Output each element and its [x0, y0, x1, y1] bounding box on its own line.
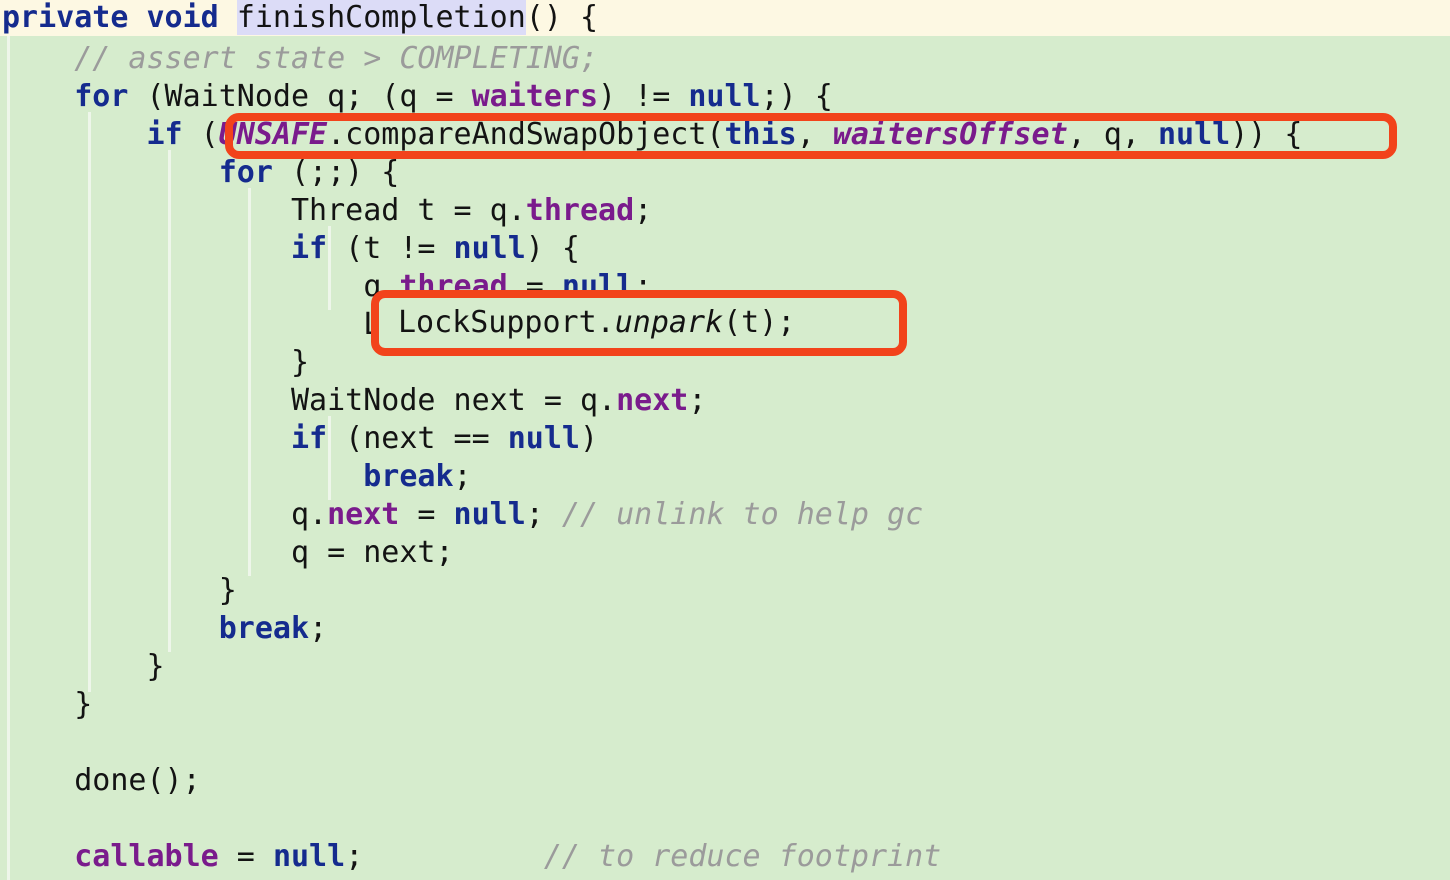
token-for-waitnode-1: (WaitNode q; (q =	[128, 79, 472, 114]
token-close-for-waitnode-0: }	[74, 687, 93, 722]
token-break-inner-0: break	[363, 459, 454, 494]
token-for-waitnode-5: ;) {	[760, 79, 833, 114]
token-q-next-null-2: =	[399, 497, 454, 532]
code-line-break-outer[interactable]: break;	[0, 610, 327, 648]
token-if-t-not-null-2: null	[453, 231, 526, 266]
token-waitnode-next-2: ;	[688, 383, 707, 418]
keyword-private: private	[2, 0, 129, 35]
token-thread-t-1: thread	[525, 193, 635, 228]
token-thread-t-0: Thread t = q.	[290, 193, 526, 228]
token-if-next-null-3: )	[579, 421, 599, 456]
signature-trailing: () {	[525, 0, 599, 35]
code-line-comment-assert[interactable]: // assert state > COMPLETING;	[0, 40, 598, 78]
unpark-args: (t);	[723, 305, 796, 340]
token-q-next-null-1: next	[327, 497, 400, 532]
token-q-next-null-4: ;	[525, 497, 562, 532]
annotation-cas-condition	[225, 113, 1397, 159]
token-callable-null-3: ;	[345, 839, 544, 874]
code-line-q-next-null[interactable]: q.next = null; // unlink to help gc	[0, 496, 923, 534]
annotation-unpark-call-text: LockSupport.unpark(t);	[398, 304, 795, 342]
signature-space-2	[219, 0, 237, 35]
token-done-call-0: done();	[74, 763, 201, 798]
method-name[interactable]: finishCompletion	[236, 0, 526, 35]
token-if-next-null-1: (next ==	[327, 421, 508, 456]
token-callable-null-2: null	[272, 839, 346, 874]
code-line-close-for-infinite[interactable]: }	[0, 572, 237, 610]
code-line-done-call[interactable]: done();	[0, 762, 201, 800]
keyword-void: void	[146, 0, 219, 35]
token-for-waitnode-4: null	[688, 79, 761, 114]
token-for-waitnode-0: for	[74, 79, 129, 114]
signature-space-1	[128, 0, 146, 35]
code-line-thread-t[interactable]: Thread t = q.thread;	[0, 192, 652, 230]
token-waitnode-next-1: next	[616, 383, 689, 418]
code-line-for-waitnode[interactable]: for (WaitNode q; (q = waiters) != null;)…	[0, 78, 833, 116]
token-break-outer-1: ;	[309, 611, 328, 646]
unpark-method-name: unpark	[614, 305, 724, 340]
token-if-next-null-0: if	[290, 421, 328, 456]
token-if-cas-1: (	[182, 117, 219, 152]
token-if-t-not-null-1: (t !=	[327, 231, 454, 266]
token-q-next-null-5: // unlink to help gc	[561, 497, 924, 532]
token-q-next-null-3: null	[453, 497, 526, 532]
token-waitnode-next-0: WaitNode next = q.	[290, 383, 617, 418]
code-line-close-if-cas[interactable]: }	[0, 648, 165, 686]
code-line-waitnode-next[interactable]: WaitNode next = q.next;	[0, 382, 706, 420]
token-for-waitnode-2: waiters	[471, 79, 599, 114]
code-line-q-assign-next[interactable]: q = next;	[0, 534, 454, 572]
token-close-if-t-0: }	[290, 345, 310, 380]
code-line-blank-1[interactable]	[0, 724, 20, 762]
token-comment-assert-0: // assert state > COMPLETING;	[74, 41, 599, 76]
code-line-close-if-t[interactable]: }	[0, 344, 309, 382]
token-callable-null-0: callable	[74, 839, 219, 874]
token-if-next-null-2: null	[507, 421, 580, 456]
token-if-t-not-null-3: ) {	[525, 231, 580, 266]
token-callable-null-4: // to reduce footprint	[543, 839, 942, 874]
token-q-next-null-0: q.	[290, 497, 328, 532]
code-line-for-infinite[interactable]: for (;;) {	[0, 154, 400, 192]
lock-support-prefix: LockSupport.	[398, 305, 615, 340]
token-for-infinite-0: for	[218, 155, 273, 190]
code-line-if-next-null[interactable]: if (next == null)	[0, 420, 598, 458]
code-editor-viewport: private void finishCompletion() { // ass…	[0, 0, 1450, 880]
method-signature-line[interactable]: private void finishCompletion() {	[0, 0, 598, 36]
token-callable-null-1: =	[218, 839, 273, 874]
code-line-blank-2[interactable]	[0, 800, 20, 838]
token-close-if-cas-0: }	[146, 649, 165, 684]
token-close-for-infinite-0: }	[218, 573, 237, 608]
token-for-infinite-1: (;;) {	[272, 155, 400, 190]
token-thread-t-2: ;	[634, 193, 653, 228]
token-break-outer-0: break	[218, 611, 310, 646]
code-line-break-inner[interactable]: break;	[0, 458, 472, 496]
token-if-t-not-null-0: if	[290, 231, 328, 266]
code-line-callable-null[interactable]: callable = null; // to reduce footprint	[0, 838, 941, 876]
code-line-close-for-waitnode[interactable]: }	[0, 686, 92, 724]
token-for-waitnode-3: ) !=	[598, 79, 689, 114]
token-if-cas-0: if	[146, 117, 183, 152]
token-q-assign-next-0: q = next;	[290, 535, 454, 570]
token-break-inner-1: ;	[453, 459, 472, 494]
code-line-if-t-not-null[interactable]: if (t != null) {	[0, 230, 580, 268]
